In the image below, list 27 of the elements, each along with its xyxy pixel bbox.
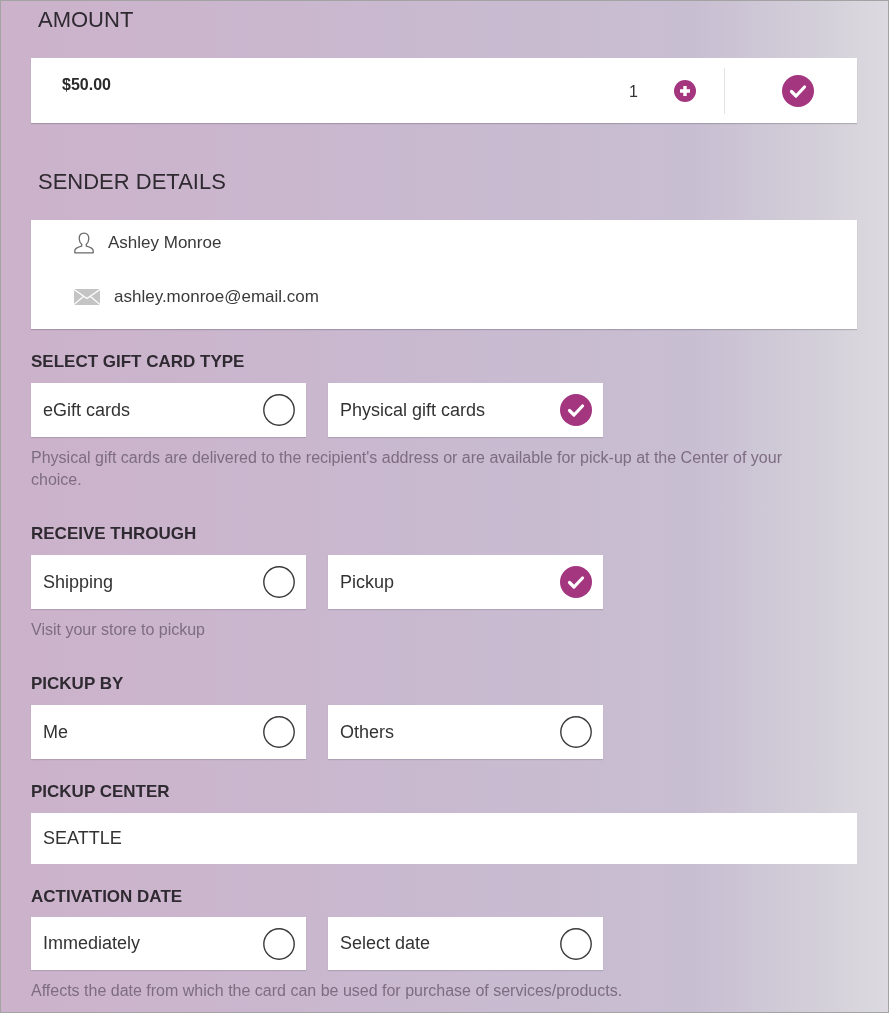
envelope-icon [74, 289, 100, 305]
option-button[interactable]: Others [328, 705, 603, 759]
person-icon [74, 232, 94, 254]
help-text: Visit your store to pickup [31, 620, 206, 640]
section-heading: SENDER DETAILS [37, 168, 226, 196]
option-button[interactable]: eGift cards [31, 383, 306, 437]
option-button[interactable]: Immediately [31, 917, 306, 970]
help-text: Affects the date from which the card can be used for purchase of services/products. [31, 981, 624, 1001]
help-text: Physical gift cards are delivered to the recipient's address or are available for pick-up at the Center of your choice. [31, 448, 783, 490]
section-heading: AMOUNT [37, 6, 134, 34]
add-button[interactable] [674, 79, 696, 102]
section-heading: PICKUP CENTER [31, 781, 170, 803]
amount-value: $50.00 [62, 75, 111, 95]
option-button[interactable]: Physical gift cards [328, 383, 603, 437]
section-heading: PICKUP BY [31, 673, 124, 695]
plus-icon [674, 79, 696, 102]
section-heading: SELECT GIFT CARD TYPE [31, 351, 245, 373]
sender-name: Ashley Monroe [108, 232, 222, 254]
quantity-value: 1 [629, 81, 638, 102]
sender-email: ashley.monroe@email.com [114, 286, 319, 308]
option-button[interactable]: Select date [328, 917, 603, 970]
section-heading: ACTIVATION DATE [31, 886, 183, 908]
pickup-center-field[interactable]: SEATTLE [31, 813, 857, 864]
section-heading: RECEIVE THROUGH [31, 523, 197, 545]
option-button[interactable]: Me [31, 705, 306, 759]
option-button[interactable]: Pickup [328, 555, 603, 609]
option-button[interactable]: Shipping [31, 555, 306, 609]
